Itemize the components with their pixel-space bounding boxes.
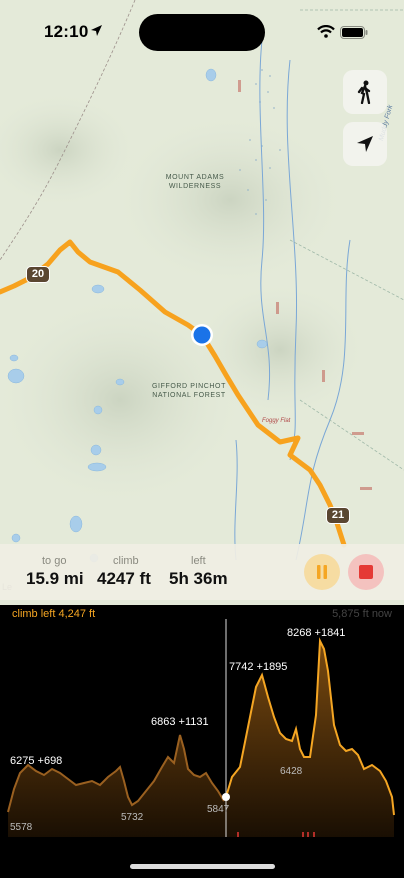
current-location-dot [193,326,211,344]
elevation-profile[interactable]: climb left 4,247 ft 5,875 ft now 6275 +6… [0,605,404,878]
low-label: 6428 [280,766,303,777]
battery-icon [340,26,368,44]
status-bar: 12:10 [0,0,404,60]
peak-label: 8268 +1841 [287,627,346,639]
trip-stats-panel: to go 15.9 mi climb 4247 ft left 5h 36m [0,544,404,600]
time-left-label: left [191,555,206,567]
stop-icon [359,565,373,584]
wifi-icon [317,25,335,43]
navigation-button[interactable] [343,122,387,166]
low-label: 5732 [121,812,144,823]
flat-label: Foggy Flat [262,418,291,424]
peak-label: 7742 +1895 [229,661,288,673]
peak-label: 6275 +698 [10,755,63,767]
elevation-chart [7,619,395,837]
stop-button[interactable] [348,554,384,590]
dynamic-island [139,14,265,51]
climb-label: climb [113,555,139,567]
status-time: 12:10 [44,22,89,41]
trail-marker-20[interactable]: 20 [26,266,50,283]
trail-marker-21[interactable]: 21 [326,507,350,524]
pause-button[interactable] [304,554,340,590]
location-arrow-icon [90,24,103,42]
pause-icon [316,565,328,584]
elevation-fill [8,641,394,837]
time-left-value: 5h 36m [169,569,228,588]
to-go-label: to go [42,555,67,567]
forest-label: GIFFORD PINCHOT NATIONAL FOREST [152,383,226,399]
low-label: 5578 [10,822,33,833]
current-position-marker [222,793,230,801]
hiker-button[interactable] [343,70,387,114]
climb-value: 4247 ft [97,569,151,588]
low-label: 5847 [207,804,230,815]
to-go-value: 15.9 mi [26,569,84,588]
map-view[interactable]: MOUNT ADAMS WILDERNESS GIFFORD PINCHOT N… [0,0,404,605]
home-indicator[interactable] [130,864,275,869]
peak-label: 6863 +1131 [151,716,209,728]
wilderness-label: MOUNT ADAMS WILDERNESS [165,174,225,190]
